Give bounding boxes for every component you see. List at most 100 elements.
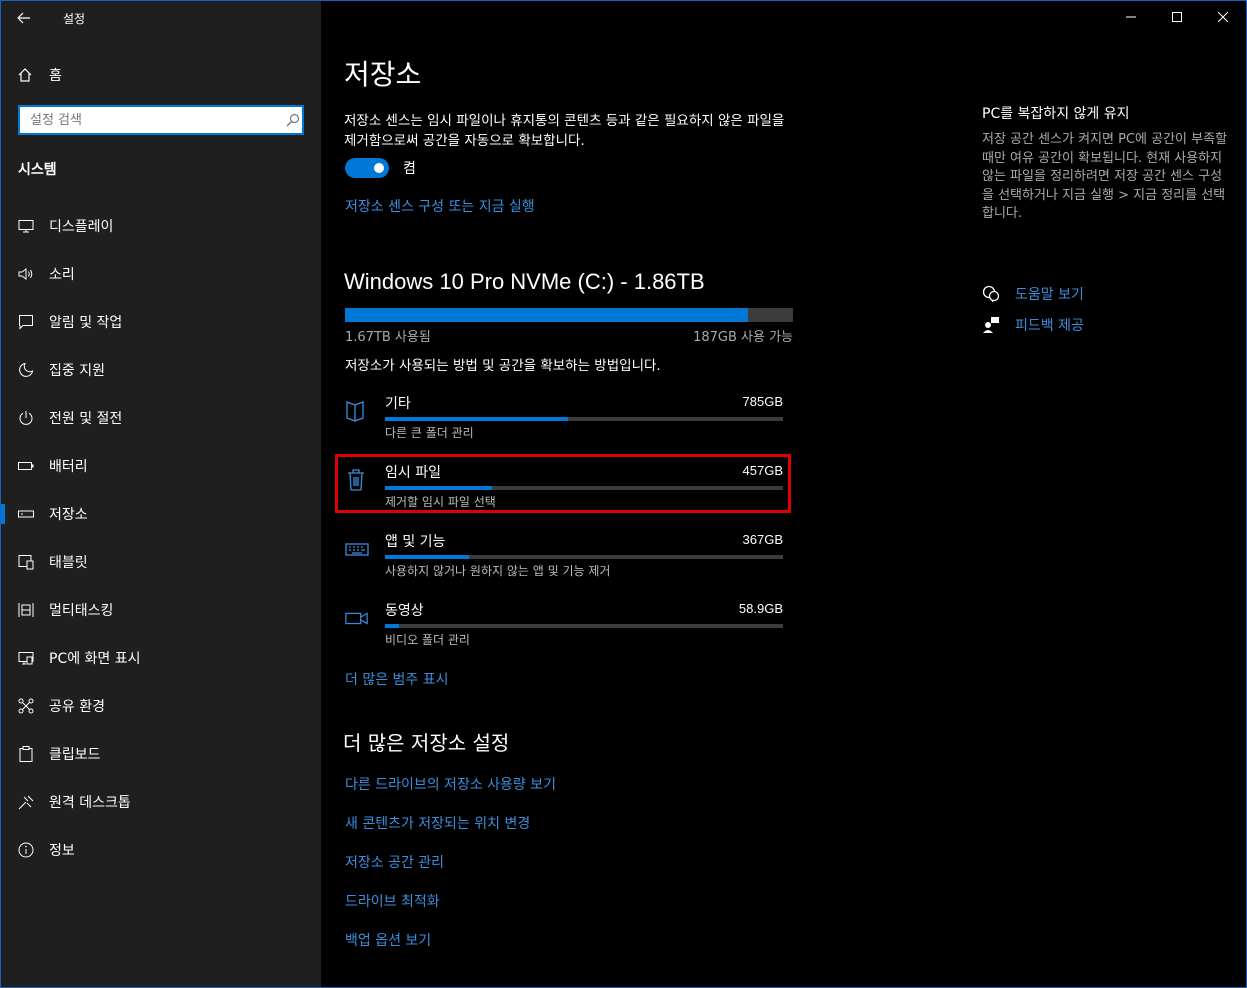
category-bar [385, 417, 783, 421]
title-bar: 설정 [1, 1, 321, 35]
sidebar-item-label: 전원 및 절전 [49, 411, 123, 427]
aside-title: PC를 복잡하지 않게 유지 [982, 106, 1130, 122]
app-title: 설정 [63, 11, 86, 26]
category-size: 58.9GB [738, 601, 783, 616]
sidebar-item-sound[interactable]: 소리 [1, 250, 321, 298]
aside-text: 저장 공간 센스가 켜지면 PC에 공간이 부족할 때만 여유 공간이 확보됩니… [982, 132, 1228, 221]
section-title: 시스템 [18, 162, 57, 178]
sidebar-item-battery[interactable]: 배터리 [1, 442, 321, 490]
sidebar-item-label: 클립보드 [49, 747, 101, 763]
toggle-knob [374, 163, 384, 173]
storage-sense-description: 저장소 센스는 임시 파일이나 휴지통의 콘텐츠 등과 같은 필요하지 않은 파… [344, 113, 785, 149]
back-arrow-icon [17, 12, 30, 24]
sidebar-item-label: 멀티태스킹 [49, 603, 114, 619]
sidebar-item-label: 디스플레이 [49, 219, 114, 235]
highlight-box [335, 454, 791, 513]
storage-sense-toggle-row: 켬 [345, 158, 416, 178]
sidebar-item-clipboard[interactable]: 클립보드 [1, 730, 321, 778]
sidebar-item-label: 소리 [49, 267, 75, 283]
category-apps-features[interactable]: 앱 및 기능 367GB 사용하지 않거나 원하지 않는 앱 및 기능 제거 [345, 531, 783, 591]
sidebar-item-label: PC에 화면 표시 [49, 651, 141, 667]
sidebar-item-multitasking[interactable]: 멀티태스킹 [1, 586, 321, 634]
home-icon [17, 67, 33, 83]
manage-storage-spaces-link[interactable]: 저장소 공간 관리 [345, 852, 556, 891]
power-icon [18, 410, 34, 426]
multitasking-icon [18, 602, 34, 618]
aside-panel: PC를 복잡하지 않게 유지 저장 공간 센스가 켜지면 PC에 공간이 부족할… [982, 103, 1232, 224]
category-subtitle: 다른 큰 폴더 관리 [385, 426, 474, 440]
keyboard-icon [345, 537, 369, 561]
sidebar-item-project[interactable]: PC에 화면 표시 [1, 634, 321, 682]
category-bar-fill [385, 624, 399, 628]
video-icon [345, 606, 369, 630]
sidebar-item-tablet[interactable]: 태블릿 [1, 538, 321, 586]
sidebar-item-label: 정보 [49, 843, 75, 859]
category-bar-fill [385, 555, 469, 559]
home-label: 홈 [49, 68, 62, 84]
category-size: 367GB [742, 532, 783, 547]
notification-icon [18, 314, 34, 330]
sidebar-item-label: 알림 및 작업 [49, 315, 123, 331]
category-name: 기타 [385, 396, 411, 412]
category-subtitle: 사용하지 않거나 원하지 않는 앱 및 기능 제거 [385, 564, 611, 578]
monitor-icon [18, 218, 34, 234]
moon-icon [18, 362, 34, 378]
sidebar-item-shared-experiences[interactable]: 공유 환경 [1, 682, 321, 730]
drive-title: Windows 10 Pro NVMe (C:) - 1.86TB [344, 269, 705, 294]
optimize-drives-link[interactable]: 드라이브 최적화 [345, 891, 556, 930]
sidebar-item-display[interactable]: 디스플레이 [1, 202, 321, 250]
search-icon [286, 113, 300, 127]
category-size: 785GB [742, 394, 783, 409]
search-box[interactable] [18, 105, 304, 135]
category-name: 앱 및 기능 [385, 534, 446, 550]
search-input[interactable] [28, 111, 282, 129]
sidebar-item-notifications[interactable]: 알림 및 작업 [1, 298, 321, 346]
toggle-state-label: 켬 [403, 161, 416, 177]
change-save-location-link[interactable]: 새 콘텐츠가 저장되는 위치 변경 [345, 813, 556, 852]
category-name: 동영상 [385, 603, 424, 619]
info-icon [18, 842, 34, 858]
drive-usage-description: 저장소가 사용되는 방법 및 공간을 확보하는 방법입니다. [345, 358, 661, 374]
drive-used-label: 1.67TB 사용됨 [345, 330, 431, 345]
drive-free-label: 187GB 사용 가능 [693, 330, 793, 345]
nav-list: 디스플레이 소리 알림 및 작업 집중 지원 전원 및 절전 배터리 저장소 태… [1, 202, 321, 874]
page-title: 저장소 [344, 58, 422, 91]
category-bar [385, 555, 783, 559]
help-chat-icon [982, 285, 1000, 303]
sidebar-item-power[interactable]: 전원 및 절전 [1, 394, 321, 442]
sidebar-item-label: 태블릿 [49, 555, 88, 571]
sidebar-item-storage[interactable]: 저장소 [1, 490, 321, 538]
category-other[interactable]: 기타 785GB 다른 큰 폴더 관리 [345, 393, 783, 453]
sidebar-item-label: 공유 환경 [49, 699, 105, 715]
configure-storage-sense-link[interactable]: 저장소 센스 구성 또는 지금 실행 [345, 196, 535, 216]
folder-icon [345, 399, 369, 423]
give-feedback-link[interactable]: 피드백 제공 [982, 309, 1084, 340]
sidebar-item-label: 배터리 [49, 459, 88, 475]
other-drives-usage-link[interactable]: 다른 드라이브의 저장소 사용량 보기 [345, 774, 556, 813]
feedback-icon [982, 316, 1000, 334]
more-storage-links: 다른 드라이브의 저장소 사용량 보기 새 콘텐츠가 저장되는 위치 변경 저장… [345, 774, 556, 969]
clipboard-icon [18, 746, 34, 762]
sidebar-item-focus-assist[interactable]: 집중 지원 [1, 346, 321, 394]
show-more-categories-link[interactable]: 더 많은 범주 표시 [345, 669, 449, 689]
sidebar-item-label: 집중 지원 [49, 363, 105, 379]
tablet-icon [18, 554, 34, 570]
back-button[interactable] [1, 1, 47, 35]
storage-sense-toggle[interactable] [345, 158, 389, 178]
nav-home[interactable]: 홈 [17, 65, 62, 85]
more-storage-settings-title: 더 많은 저장소 설정 [343, 731, 510, 755]
storage-icon [18, 506, 34, 522]
give-feedback-label: 피드백 제공 [1015, 317, 1084, 334]
aside-links: 도움말 보기 피드백 제공 [982, 278, 1084, 340]
backup-options-link[interactable]: 백업 옵션 보기 [345, 930, 556, 969]
remote-desktop-icon [18, 794, 34, 810]
sidebar-item-label: 저장소 [49, 507, 88, 523]
get-help-link[interactable]: 도움말 보기 [982, 278, 1084, 309]
sidebar-item-label: 원격 데스크톱 [49, 795, 131, 811]
category-videos[interactable]: 동영상 58.9GB 비디오 폴더 관리 [345, 600, 783, 660]
sidebar-item-remote-desktop[interactable]: 원격 데스크톱 [1, 778, 321, 826]
category-bar-fill [385, 417, 569, 421]
sidebar: 설정 홈 시스템 디스플레이 소리 알림 및 작업 집중 지원 [1, 1, 321, 987]
category-bar [385, 624, 783, 628]
sidebar-item-about[interactable]: 정보 [1, 826, 321, 874]
